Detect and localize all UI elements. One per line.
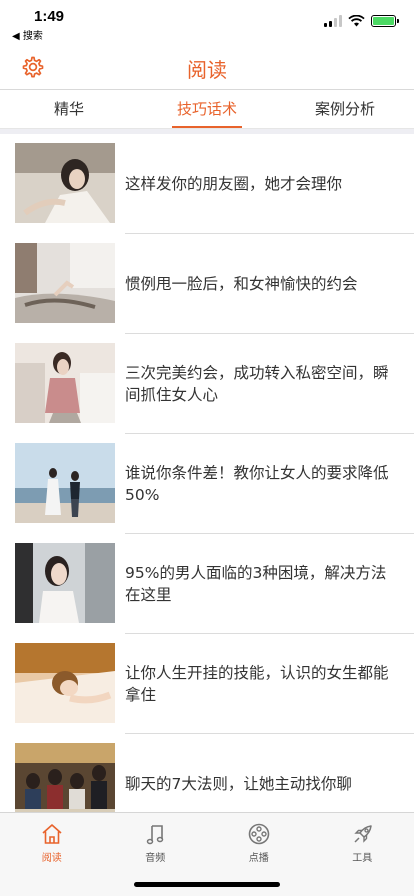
article-thumbnail [15, 543, 115, 623]
list-item[interactable]: 惯例甩一脸后，和女神愉快的约会 [0, 234, 414, 334]
article-title: 这样发你的朋友圈，她才会理你 [125, 175, 343, 193]
back-to-search-link[interactable]: ◀ 搜索 [12, 27, 43, 42]
list-item[interactable]: 这样发你的朋友圈，她才会理你 [0, 134, 414, 234]
article-thumbnail [15, 143, 115, 223]
bottom-tab-read[interactable]: 阅读 [0, 813, 104, 896]
article-thumbnail [15, 743, 115, 812]
article-title: 让你人生开挂的技能，认识的女生都能拿住 [125, 664, 389, 704]
status-time: 1:49 [34, 8, 65, 25]
nav-header: 阅读 [0, 44, 414, 88]
list-item[interactable]: 95%的男人面临的3种困境，解决方法在这里 [0, 534, 414, 634]
bottom-tab-label: 音频 [145, 853, 166, 864]
home-icon [42, 824, 62, 844]
list-item[interactable]: 聊天的7大法则，让她主动找你聊 [0, 734, 414, 812]
article-title: 谁说你条件差！教你让女人的要求降低50% [125, 464, 389, 504]
list-item[interactable]: 让你人生开挂的技能，认识的女生都能拿住 [0, 634, 414, 734]
article-title: 聊天的7大法则，让她主动找你聊 [125, 775, 352, 793]
bottom-tab-tools[interactable]: 工具 [311, 813, 414, 896]
battery-icon [371, 15, 399, 27]
film-reel-icon [248, 823, 270, 845]
article-thumbnail [15, 643, 115, 723]
page-title: 阅读 [187, 58, 227, 82]
tab-techniques[interactable]: 技巧话术 [138, 90, 276, 128]
article-list: 这样发你的朋友圈，她才会理你 惯例甩一脸后，和女神愉快的约会 三次完美约会，成功… [0, 134, 414, 812]
article-title: 惯例甩一脸后，和女神愉快的约会 [125, 275, 358, 293]
cellular-signal-icon [324, 15, 342, 27]
music-note-icon [146, 825, 163, 845]
article-thumbnail [15, 443, 115, 523]
category-tabs: 精华 技巧话术 案例分析 [0, 89, 414, 129]
bottom-tab-label: 点播 [248, 853, 269, 864]
home-indicator [134, 882, 280, 887]
article-title: 三次完美约会，成功转入私密空间，瞬间抓住女人心 [125, 364, 389, 404]
article-thumbnail [15, 243, 115, 323]
tab-case-studies[interactable]: 案例分析 [276, 90, 414, 128]
status-indicators [324, 15, 399, 27]
rocket-icon [353, 825, 372, 843]
bottom-tab-label: 阅读 [41, 853, 62, 864]
bottom-tab-label: 工具 [352, 853, 373, 864]
article-title: 95%的男人面临的3种困境，解决方法在这里 [125, 564, 387, 604]
article-thumbnail [15, 343, 115, 423]
tab-highlights[interactable]: 精华 [0, 90, 138, 128]
list-item[interactable]: 谁说你条件差！教你让女人的要求降低50% [0, 434, 414, 534]
list-item[interactable]: 三次完美约会，成功转入私密空间，瞬间抓住女人心 [0, 334, 414, 434]
status-bar: 1:49 ◀ 搜索 [0, 0, 414, 44]
wifi-icon [348, 15, 365, 27]
